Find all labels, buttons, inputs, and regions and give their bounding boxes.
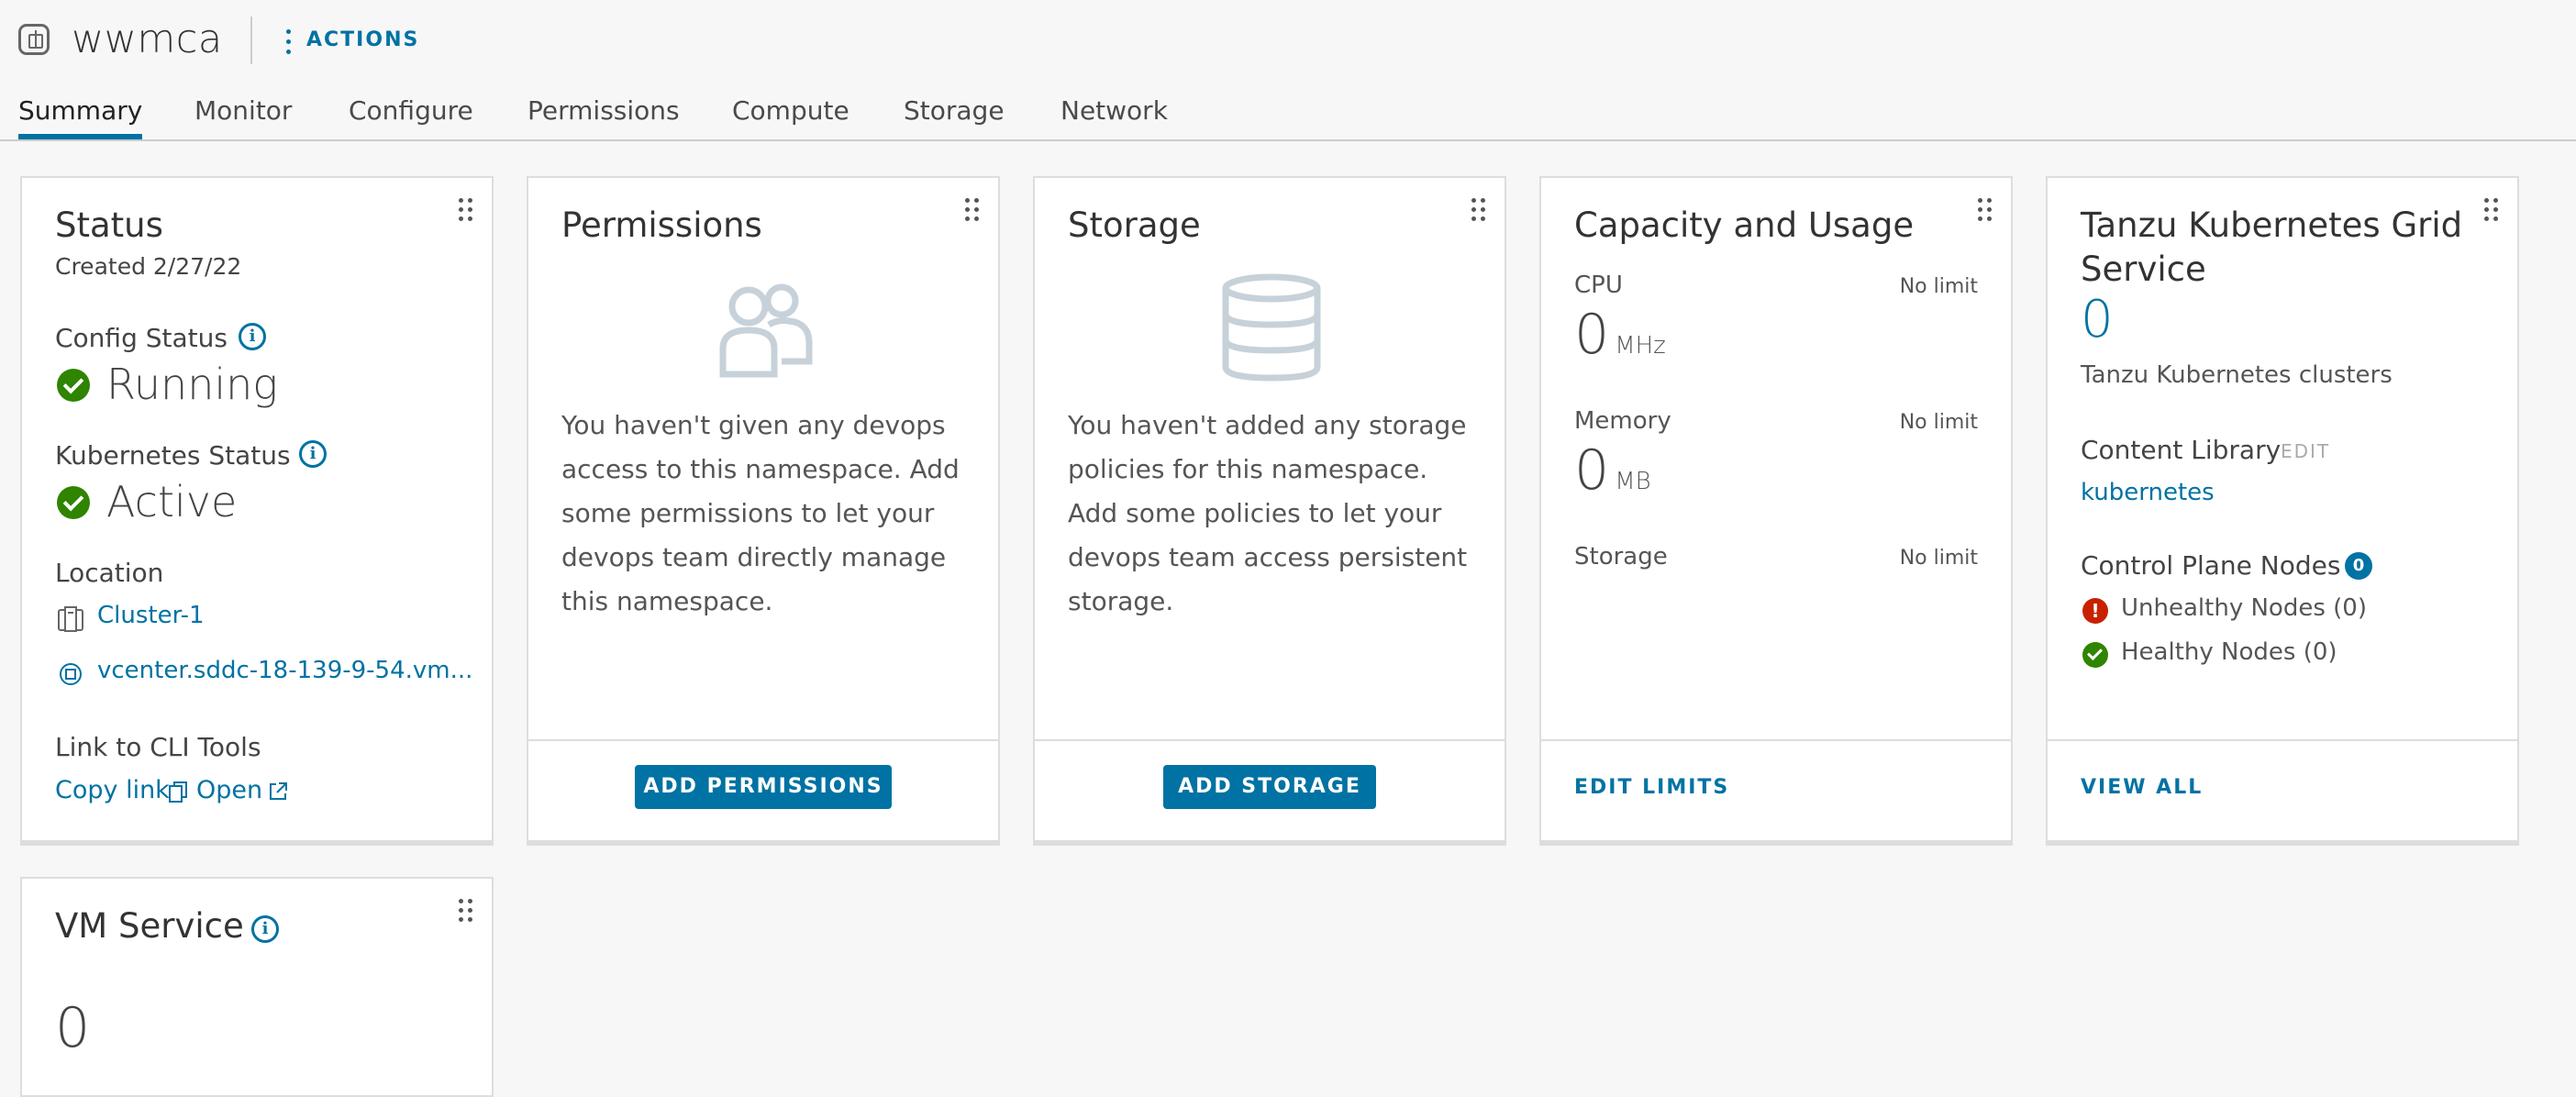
status-title: Status	[55, 205, 163, 245]
vertical-dots-icon[interactable]	[286, 29, 292, 57]
success-check-icon	[57, 486, 90, 519]
drag-handle-icon[interactable]	[459, 198, 475, 222]
storage-card: Storage You haven't added any storage po…	[1033, 176, 1506, 842]
tab-storage[interactable]: Storage	[904, 95, 1005, 138]
header-divider	[250, 17, 252, 64]
drag-handle-icon[interactable]	[1978, 198, 1994, 222]
status-card: Status Created 2/27/22 Config Status i R…	[20, 176, 494, 842]
library-link[interactable]: kubernetes	[2081, 479, 2215, 506]
control-plane-count-badge: 0	[2345, 552, 2372, 580]
tab-summary[interactable]: Summary	[18, 95, 143, 139]
config-status-label: Config Status	[55, 323, 228, 353]
page-title: wwmca	[72, 17, 223, 62]
drag-handle-icon[interactable]	[1471, 198, 1488, 222]
k8s-status-label: Kubernetes Status	[55, 440, 291, 471]
tkg-title: Tanzu Kubernetes Grid Service	[2081, 205, 2463, 289]
content-library-label: Content Library	[2081, 435, 2282, 465]
info-icon[interactable]: i	[239, 323, 266, 350]
success-check-icon	[2082, 642, 2108, 668]
tkg-card: Tanzu Kubernetes Grid Service 0 Tanzu Ku…	[2046, 176, 2519, 842]
drag-handle-icon[interactable]	[459, 899, 475, 923]
tab-configure[interactable]: Configure	[349, 95, 473, 138]
tkg-cluster-count[interactable]: 0	[2081, 290, 2114, 349]
edit-library-button[interactable]: EDIT	[2281, 440, 2330, 462]
permissions-footer: ADD PERMISSIONS	[528, 739, 998, 840]
tkg-cluster-label: Tanzu Kubernetes clusters	[2081, 361, 2393, 389]
info-icon[interactable]: i	[251, 915, 279, 943]
healthy-nodes: Healthy Nodes (0)	[2121, 638, 2337, 666]
tkg-footer: VIEW ALL	[2048, 739, 2517, 840]
vm-service-count: 0	[55, 996, 91, 1060]
info-icon[interactable]: i	[299, 440, 327, 468]
location-label: Location	[55, 558, 164, 588]
open-link[interactable]: Open	[196, 776, 262, 804]
tab-bar: Summary Monitor Configure Permissions Co…	[0, 88, 2576, 141]
memory-usage: 0 MB	[1574, 438, 1651, 503]
storage-message: You haven't added any storage policies f…	[1068, 410, 1468, 616]
drag-handle-icon[interactable]	[2484, 198, 2501, 222]
external-link-icon[interactable]	[268, 781, 288, 802]
capacity-card: Capacity and Usage CPU No limit 0 MHz Mem…	[1539, 176, 2013, 842]
memory-limit: No limit	[1899, 411, 1978, 434]
copy-icon[interactable]	[169, 781, 187, 803]
permissions-title: Permissions	[561, 205, 762, 245]
view-all-button[interactable]: VIEW ALL	[2081, 776, 2203, 799]
vcenter-link[interactable]: vcenter.sddc-18-139-9-54.vm...	[97, 657, 472, 684]
storage-limit: No limit	[1899, 547, 1978, 570]
created-date: Created 2/27/22	[55, 253, 242, 280]
storage-label: Storage	[1574, 543, 1668, 571]
config-status-value: Running	[106, 360, 278, 409]
copy-link[interactable]: Copy link	[55, 776, 170, 804]
add-storage-button[interactable]: ADD STORAGE	[1163, 765, 1376, 809]
cluster-icon	[57, 605, 83, 633]
tab-permissions[interactable]: Permissions	[527, 95, 680, 138]
tab-compute[interactable]: Compute	[732, 95, 849, 138]
cpu-limit: No limit	[1899, 275, 1978, 298]
tab-monitor[interactable]: Monitor	[194, 95, 292, 138]
success-check-icon	[57, 369, 90, 402]
cpu-usage: 0 MHz	[1574, 303, 1666, 367]
permissions-card: Permissions You haven't given any devops…	[527, 176, 1000, 842]
cpu-label: CPU	[1574, 271, 1623, 299]
cli-tools-label: Link to CLI Tools	[55, 732, 261, 762]
capacity-title: Capacity and Usage	[1574, 205, 1915, 245]
unhealthy-nodes: Unhealthy Nodes (0)	[2121, 594, 2367, 622]
vm-service-title: VM Service	[55, 906, 244, 946]
tab-network[interactable]: Network	[1060, 95, 1168, 138]
users-icon	[710, 279, 816, 380]
permissions-message: You haven't given any devops access to t…	[561, 410, 960, 616]
database-icon	[1218, 273, 1325, 383]
vm-service-card: VM Service i 0	[20, 877, 494, 1097]
vcenter-icon	[57, 660, 84, 688]
cluster-link[interactable]: Cluster-1	[97, 602, 205, 629]
storage-title: Storage	[1068, 205, 1201, 245]
add-permissions-button[interactable]: ADD PERMISSIONS	[635, 765, 892, 809]
control-plane-label: Control Plane Nodes	[2081, 550, 2341, 581]
capacity-footer: EDIT LIMITS	[1541, 739, 2011, 840]
namespace-icon	[18, 24, 50, 55]
storage-footer: ADD STORAGE	[1035, 739, 1505, 840]
error-icon: !	[2082, 598, 2108, 624]
drag-handle-icon[interactable]	[965, 198, 982, 222]
memory-label: Memory	[1574, 407, 1671, 435]
actions-button[interactable]: ACTIONS	[306, 28, 419, 51]
edit-limits-button[interactable]: EDIT LIMITS	[1574, 776, 1729, 799]
k8s-status-value: Active	[106, 477, 238, 526]
